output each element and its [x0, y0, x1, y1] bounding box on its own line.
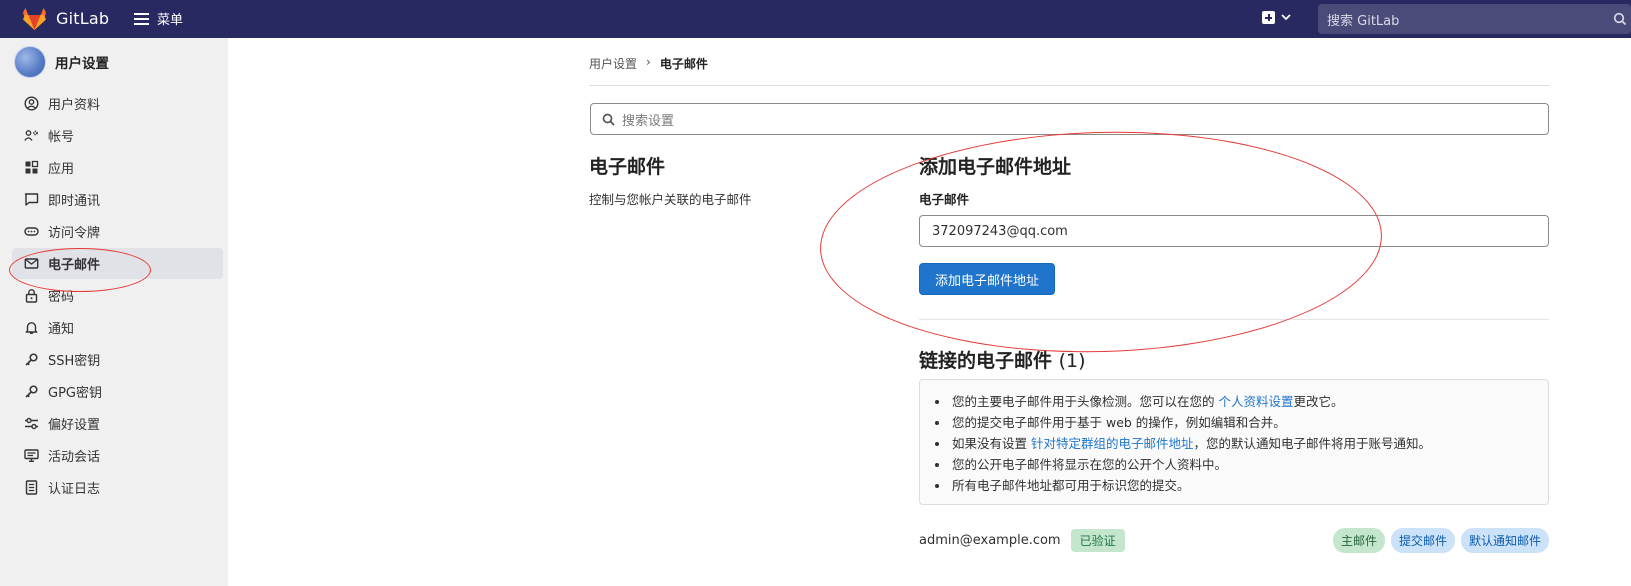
primary-email-badge: 主邮件 [1332, 527, 1385, 553]
linked-emails-title: 链接的电子邮件 (1) [919, 346, 1086, 373]
email-tags: 主邮件 提交邮件 默认通知邮件 [1332, 527, 1549, 553]
search-icon [602, 113, 615, 126]
sidebar-item-label: 即时通讯 [48, 194, 101, 209]
settings-search-placeholder: 搜索设置 [622, 113, 675, 129]
chat-bubble-icon [24, 192, 39, 207]
brand-name[interactable]: GitLab [56, 9, 109, 28]
lock-icon [24, 288, 39, 303]
sidebar-item-preferences[interactable]: 偏好设置 [12, 408, 223, 439]
email-info-list: 您的主要电子邮件用于头像检测。您可以在您的 个人资料设置更改它。 您的提交电子邮… [950, 391, 1532, 496]
bell-icon [24, 320, 39, 335]
linked-emails-count: (1) [1058, 350, 1086, 372]
main-menu-button[interactable]: 菜单 [134, 9, 183, 28]
account-gear-icon [24, 128, 39, 143]
verified-badge: 已验证 [1070, 528, 1125, 552]
sidebar-item-applications[interactable]: 应用 [12, 152, 223, 183]
sidebar-item-ssh-keys[interactable]: SSH密钥 [12, 344, 223, 375]
chevron-down-icon [1281, 14, 1291, 21]
breadcrumb-parent-link[interactable]: 用户设置 [589, 55, 637, 72]
hamburger-icon [134, 12, 149, 25]
log-list-icon [24, 480, 39, 495]
sidebar-item-label: 帐号 [48, 130, 75, 145]
breadcrumb-divider [589, 85, 1549, 86]
gitlab-logo-icon[interactable] [22, 7, 47, 31]
global-search-input[interactable]: 搜索 GitLab [1318, 4, 1631, 34]
section-divider [919, 319, 1549, 320]
section-description: 控制与您帐户关联的电子邮件 [589, 192, 752, 207]
add-email-button[interactable]: 添加电子邮件地址 [919, 263, 1055, 295]
global-search-placeholder: 搜索 GitLab [1327, 13, 1400, 29]
email-address: admin@example.com [919, 532, 1061, 548]
user-circle-icon [24, 96, 39, 111]
sidebar-item-profile[interactable]: 用户资料 [12, 88, 223, 119]
settings-sidebar: 用户设置 用户资料 帐号 应用 即时通讯 访问令牌 电子邮件 密码 通知 SSH… [0, 38, 228, 586]
email-field[interactable] [919, 215, 1549, 247]
breadcrumb-current[interactable]: 电子邮件 [660, 55, 708, 72]
sidebar-title: 用户设置 [55, 56, 109, 72]
sidebar-item-active-sessions[interactable]: 活动会话 [12, 440, 223, 471]
sidebar-item-label: 访问令牌 [48, 226, 101, 241]
search-icon [1613, 12, 1627, 26]
sidebar-item-label: 密码 [48, 290, 75, 305]
sidebar-item-emails[interactable]: 电子邮件 [12, 248, 223, 279]
email-info-box: 您的主要电子邮件用于头像检测。您可以在您的 个人资料设置更改它。 您的提交电子邮… [919, 379, 1549, 505]
applications-grid-icon [24, 160, 39, 175]
sidebar-item-label: 活动会话 [48, 450, 101, 465]
sidebar-item-label: 应用 [48, 162, 75, 177]
sidebar-item-label: 通知 [48, 322, 75, 337]
section-title: 电子邮件 [589, 156, 666, 178]
list-item: 您的提交电子邮件用于基于 web 的操作，例如编辑和合并。 [950, 412, 1532, 433]
monitor-icon [24, 448, 39, 463]
sidebar-header[interactable]: 用户设置 [14, 46, 109, 78]
plus-square-icon [1262, 11, 1275, 24]
list-item: 您的主要电子邮件用于头像检测。您可以在您的 个人资料设置更改它。 [950, 391, 1532, 412]
sidebar-item-gpg-keys[interactable]: GPG密钥 [12, 376, 223, 407]
sidebar-item-auth-log[interactable]: 认证日志 [12, 472, 223, 503]
add-email-title: 添加电子邮件地址 [919, 156, 1072, 178]
list-item: 如果没有设置 针对特定群组的电子邮件地址，您的默认通知电子邮件将用于账号通知。 [950, 433, 1532, 454]
sidebar-item-label: 偏好设置 [48, 418, 101, 433]
sidebar-item-chat[interactable]: 即时通讯 [12, 184, 223, 215]
notification-email-badge: 默认通知邮件 [1460, 527, 1549, 553]
settings-search-input[interactable]: 搜索设置 [590, 103, 1549, 135]
email-list-row: admin@example.com 已验证 主邮件 提交邮件 默认通知邮件 [919, 527, 1549, 553]
key-icon [24, 352, 39, 367]
sidebar-item-label: SSH密钥 [48, 354, 101, 369]
sidebar-item-label: GPG密钥 [48, 386, 102, 401]
sidebar-item-label: 认证日志 [48, 482, 101, 497]
key-icon [24, 384, 39, 399]
list-item: 所有电子邮件地址都可用于标识您的提交。 [950, 475, 1532, 496]
sidebar-item-label: 用户资料 [48, 98, 101, 113]
sidebar-item-access-tokens[interactable]: 访问令牌 [12, 216, 223, 247]
breadcrumb-separator: › [646, 55, 651, 69]
sidebar-item-label: 电子邮件 [48, 258, 101, 273]
breadcrumb: 用户设置 › 电子邮件 [589, 55, 708, 72]
mail-icon [24, 256, 39, 271]
top-navbar: GitLab 菜单 搜索 GitLab [0, 0, 1631, 38]
linked-emails-heading: 链接的电子邮件 [919, 350, 1053, 372]
list-item: 您的公开电子邮件将显示在您的公开个人资料中。 [950, 454, 1532, 475]
profile-settings-link[interactable]: 个人资料设置 [1218, 394, 1293, 409]
create-new-dropdown[interactable] [1262, 11, 1291, 24]
main-menu-label: 菜单 [157, 13, 184, 28]
avatar [14, 46, 46, 78]
group-email-link[interactable]: 针对特定群组的电子邮件地址 [1031, 436, 1194, 451]
commit-email-badge: 提交邮件 [1390, 527, 1455, 553]
preferences-icon [24, 416, 39, 431]
sidebar-item-password[interactable]: 密码 [12, 280, 223, 311]
sidebar-item-notifications[interactable]: 通知 [12, 312, 223, 343]
sidebar-item-account[interactable]: 帐号 [12, 120, 223, 151]
token-icon [24, 224, 39, 239]
email-field-label: 电子邮件 [919, 192, 970, 207]
